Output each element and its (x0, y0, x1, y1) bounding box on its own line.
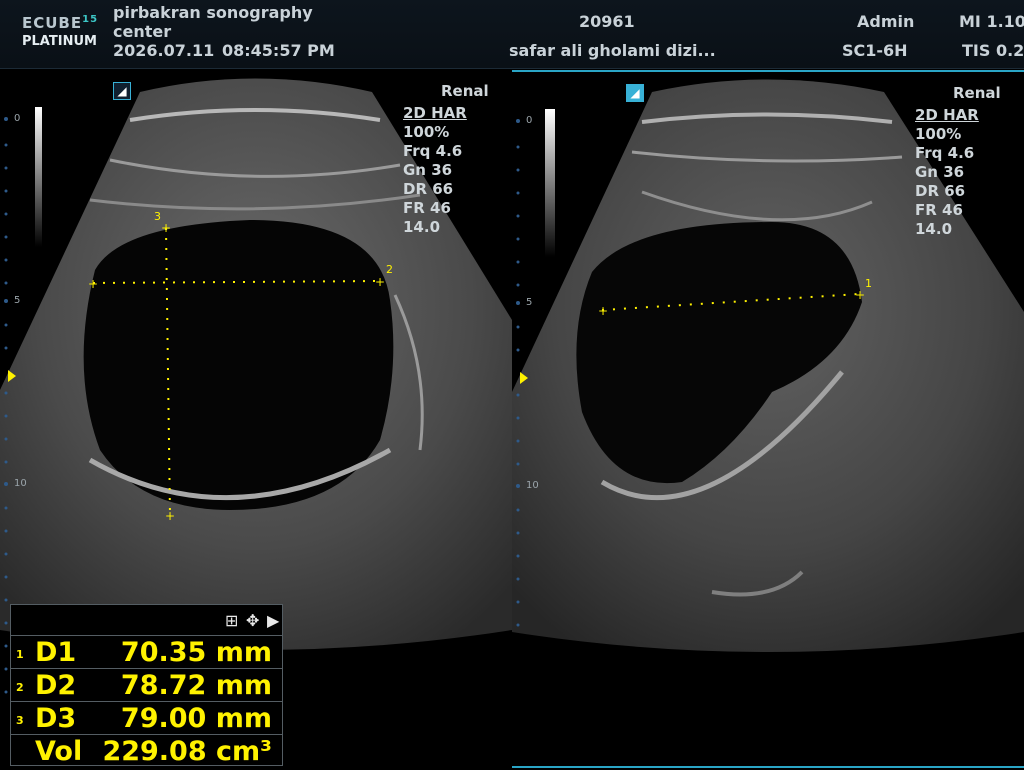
power-label: 100% (915, 125, 962, 143)
dr-label: DR 66 (915, 182, 966, 200)
clinic-name-line2: center (113, 22, 172, 41)
play-right-icon[interactable]: ▶ (267, 611, 279, 630)
gain-label: Gn 36 (403, 161, 453, 179)
measurement-value: 78.72 mm (120, 670, 272, 701)
freq-label: Frq 4.6 (915, 144, 975, 162)
caliper-cross[interactable]: + (88, 277, 98, 291)
depth-label: 14.0 (403, 218, 441, 236)
measurement-name: Vol (35, 736, 83, 767)
operator-name: Admin (857, 12, 915, 31)
measurement-value: 229.08 cm³ (102, 736, 272, 767)
clinic-name: pirbakran sonography (113, 3, 313, 22)
right-image-panel[interactable]: + + 0 5 10 1 ◢ Renal 2D HAR 100% Frq 4.6… (512, 70, 1024, 770)
caliper-label: 1 (865, 277, 872, 290)
depth-mark: 10 (526, 480, 539, 491)
measurement-index: 2 (16, 681, 24, 694)
expand-icon[interactable]: ⊞ (225, 611, 238, 630)
imaging-params: 2D HAR 100% Frq 4.6 Gn 36 DR 66 FR 46 14… (915, 106, 979, 239)
measurement-row[interactable]: 2 D2 78.72 mm (11, 669, 282, 702)
depth-mark: 10 (14, 478, 27, 489)
freq-label: Frq 4.6 (403, 142, 463, 160)
caliper-label: 3 (154, 210, 161, 223)
caliper-cross[interactable]: + (598, 304, 608, 318)
caliper-cross[interactable]: + (161, 221, 171, 235)
measurement-name: D2 (35, 670, 77, 701)
measurement-value: 79.00 mm (120, 703, 272, 734)
fr-label: FR 46 (915, 201, 963, 219)
header-bar: ECUBE15 PLATINUM pirbakran sonography ce… (0, 0, 1024, 69)
move-icon[interactable]: ✥ (246, 611, 259, 630)
measurement-name: D1 (35, 637, 77, 668)
power-label: 100% (403, 123, 450, 141)
imaging-params: 2D HAR 100% Frq 4.6 Gn 36 DR 66 FR 46 14… (403, 104, 467, 237)
depth-mark: 5 (14, 295, 21, 306)
caliper-cross[interactable]: + (375, 275, 385, 289)
depth-mark: 0 (526, 115, 533, 126)
probe-name: SC1-6H (842, 41, 908, 60)
measurement-row[interactable]: Vol 229.08 cm³ (11, 735, 282, 767)
brand-logo: ECUBE15 PLATINUM (22, 14, 99, 49)
probe-orientation-icon: ◢ (626, 84, 644, 102)
depth-label: 14.0 (915, 220, 953, 238)
dr-label: DR 66 (403, 180, 454, 198)
exam-time: 08:45:57 PM (222, 41, 335, 60)
fr-label: FR 46 (403, 199, 451, 217)
measurement-value: 70.35 mm (120, 637, 272, 668)
patient-name: safar ali gholami dizi... (509, 41, 716, 60)
mi-value: MI 1.10 (959, 12, 1024, 31)
measurement-row[interactable]: 3 D3 79.00 mm (11, 702, 282, 735)
patient-id: 20961 (579, 12, 635, 31)
measurement-toolbar: ⊞ ✥ ▶ (11, 605, 282, 636)
probe-orientation-icon: ◢ (113, 82, 131, 100)
caliper-cross[interactable]: + (165, 509, 175, 523)
caliper-label: 2 (386, 263, 393, 276)
depth-mark: 5 (526, 297, 533, 308)
measurement-index: 3 (16, 714, 24, 727)
mode-label: 2D HAR (915, 106, 979, 124)
tis-value: TIS 0.2 (962, 41, 1024, 60)
exam-date: 2026.07.11 (113, 41, 215, 60)
caliper-cross[interactable]: + (855, 288, 865, 302)
gain-label: Gn 36 (915, 163, 965, 181)
mode-label: 2D HAR (403, 104, 467, 122)
measurement-results-box[interactable]: ⊞ ✥ ▶ 1 D1 70.35 mm 2 D2 78.72 mm 3 D3 7… (10, 604, 283, 767)
preset-label: Renal (441, 82, 489, 100)
preset-label: Renal (953, 84, 1001, 102)
measurement-row[interactable]: 1 D1 70.35 mm (11, 636, 282, 669)
measurement-name: D3 (35, 703, 77, 734)
depth-mark: 0 (14, 113, 21, 124)
measurement-index: 1 (16, 648, 24, 661)
